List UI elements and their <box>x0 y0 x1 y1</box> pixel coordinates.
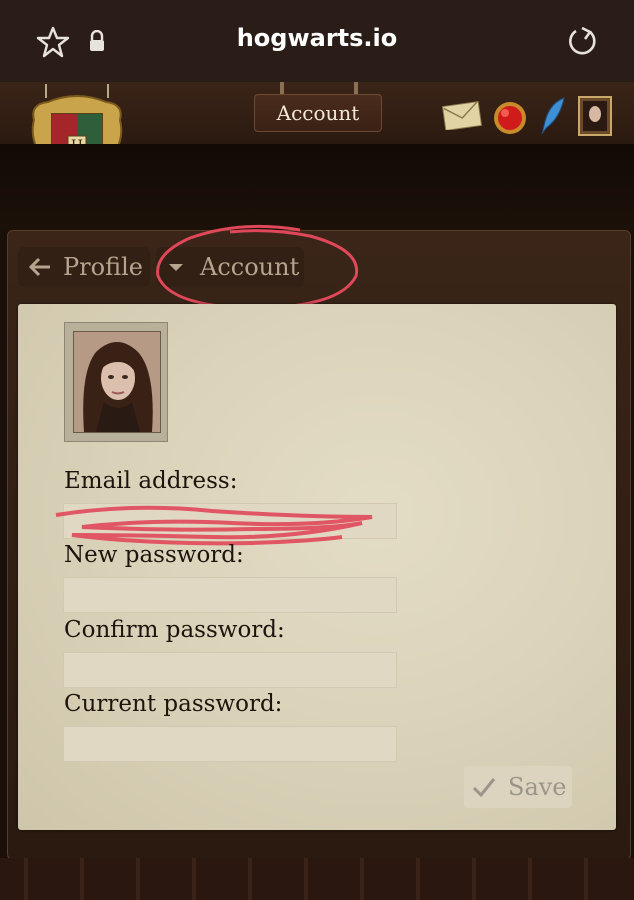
new-password-field[interactable] <box>63 577 397 613</box>
browser-toolbar: hogwarts.io <box>0 0 634 82</box>
current-password-field[interactable] <box>63 726 397 762</box>
reload-icon[interactable] <box>564 24 600 60</box>
back-label: Profile <box>63 253 143 281</box>
annotation-circle <box>156 224 359 310</box>
save-label: Save <box>508 773 567 801</box>
account-tab[interactable]: Account <box>254 94 382 132</box>
confirm-password-label: Confirm password: <box>64 617 285 643</box>
save-button[interactable]: Save <box>464 766 572 808</box>
back-to-profile-button[interactable]: Profile <box>18 247 150 287</box>
avatar-frame[interactable] <box>64 322 168 442</box>
email-label: Email address: <box>64 468 238 494</box>
current-password-label: Current password: <box>64 691 283 717</box>
quill-icon[interactable] <box>538 96 568 136</box>
checkmark-icon <box>472 778 496 798</box>
avatar <box>73 331 161 433</box>
url-text[interactable]: hogwarts.io <box>0 24 634 52</box>
red-orb-icon[interactable] <box>492 100 528 136</box>
new-password-label: New password: <box>64 542 244 568</box>
letter-icon[interactable] <box>442 100 482 130</box>
footer-decoration <box>0 858 634 900</box>
confirm-password-field[interactable] <box>63 652 397 688</box>
arrow-left-icon <box>28 257 50 277</box>
portrait-icon[interactable] <box>578 96 612 136</box>
backdrop <box>0 144 634 230</box>
